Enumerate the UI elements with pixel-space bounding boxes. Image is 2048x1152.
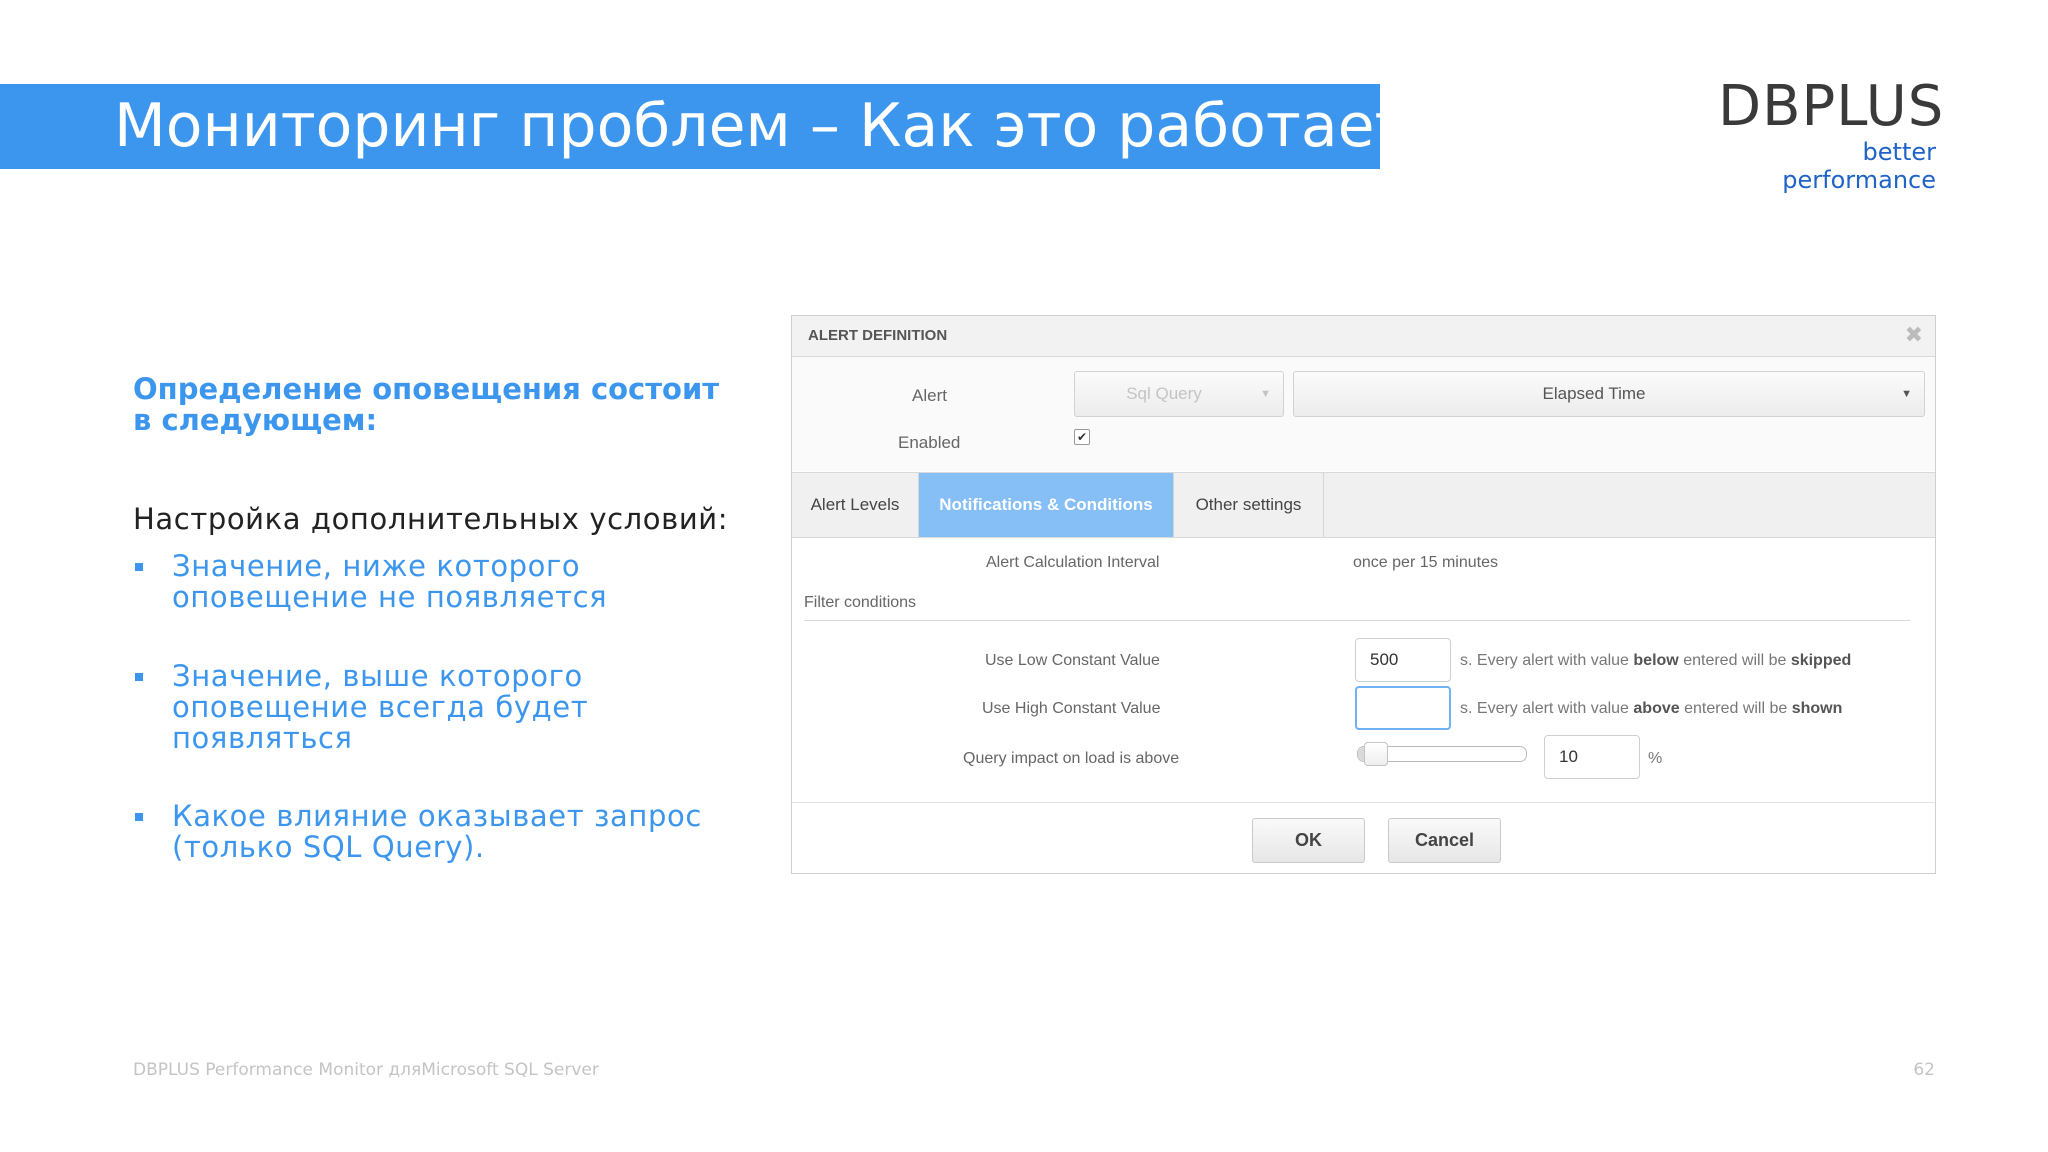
slider-handle[interactable] xyxy=(1363,742,1388,766)
alert-selection-section: Alert Sql Query ▼ Elapsed Time ▼ Enabled… xyxy=(792,357,1935,471)
footer-divider xyxy=(792,802,1935,803)
enabled-checkbox[interactable]: ✔ xyxy=(1074,429,1090,445)
ok-button[interactable]: OK xyxy=(1252,818,1365,863)
close-icon[interactable]: ✖ xyxy=(1905,323,1923,347)
dbplus-logo: DBPLUS better performance xyxy=(1718,74,1945,195)
dialog-header: ALERT DEFINITION ✖ xyxy=(792,316,1935,357)
low-constant-hint: s. Every alert with value below entered … xyxy=(1460,652,1852,669)
subheading: Настройка дополнительных условий: xyxy=(133,502,729,536)
alert-metric-select[interactable]: Elapsed Time ▼ xyxy=(1293,371,1925,417)
cancel-button[interactable]: Cancel xyxy=(1388,818,1501,863)
tab-other-settings[interactable]: Other settings xyxy=(1174,473,1324,537)
dialog-title: ALERT DEFINITION xyxy=(808,327,948,344)
enabled-label: Enabled xyxy=(898,433,961,452)
slide-title: Мониторинг проблем – Как это работает? xyxy=(114,91,1442,161)
page-number: 62 xyxy=(1913,1060,1935,1080)
percent-unit: % xyxy=(1648,750,1663,767)
bullet-icon xyxy=(135,813,143,821)
section-divider xyxy=(804,620,1910,621)
tab-alert-levels[interactable]: Alert Levels xyxy=(792,473,919,537)
bullet-icon xyxy=(135,563,143,571)
slide-title-bar: Мониторинг проблем – Как это работает? xyxy=(0,84,1441,169)
alert-definition-dialog: ALERT DEFINITION ✖ Alert Sql Query ▼ Ela… xyxy=(791,315,1936,874)
calc-interval-value: once per 15 minutes xyxy=(1353,554,1498,571)
high-constant-hint: s. Every alert with value above entered … xyxy=(1460,700,1843,717)
query-impact-slider[interactable] xyxy=(1357,742,1527,766)
low-constant-input[interactable]: 500 xyxy=(1355,638,1451,682)
alert-type-select[interactable]: Sql Query ▼ xyxy=(1074,371,1284,417)
low-constant-label: Use Low Constant Value xyxy=(985,652,1160,669)
calc-interval-label: Alert Calculation Interval xyxy=(986,554,1160,571)
high-constant-label: Use High Constant Value xyxy=(982,700,1161,717)
alert-metric-value: Elapsed Time xyxy=(1542,384,1646,403)
high-constant-input[interactable] xyxy=(1355,686,1451,730)
bullet-text: Значение, выше которого оповещение всегд… xyxy=(172,659,589,755)
lead-heading: Определение оповещения состоит в следующ… xyxy=(133,372,720,437)
tab-notifications-conditions[interactable]: Notifications & Conditions xyxy=(919,473,1174,537)
bullet-text: Какое влияние оказывает запрос (только S… xyxy=(172,799,702,864)
logo-tagline: better performance xyxy=(1782,138,1936,194)
alert-label: Alert xyxy=(912,386,947,405)
filter-conditions-label: Filter conditions xyxy=(804,594,917,611)
query-impact-input[interactable]: 10 xyxy=(1544,735,1640,779)
chevron-down-icon: ▼ xyxy=(1901,388,1912,400)
notifications-conditions-panel: Alert Calculation Interval once per 15 m… xyxy=(792,538,1935,796)
query-impact-label: Query impact on load is above xyxy=(963,750,1180,767)
tab-bar: Alert Levels Notifications & Conditions … xyxy=(792,472,1935,538)
bullet-text: Значение, ниже которого оповещение не по… xyxy=(172,549,608,614)
bullet-icon xyxy=(135,673,143,681)
alert-type-value: Sql Query xyxy=(1126,384,1202,403)
logo-name: DBPLUS xyxy=(1718,74,1945,139)
slide-footer: DBPLUS Performance Monitor дляMicrosoft … xyxy=(133,1060,599,1080)
chevron-down-icon: ▼ xyxy=(1260,388,1271,400)
